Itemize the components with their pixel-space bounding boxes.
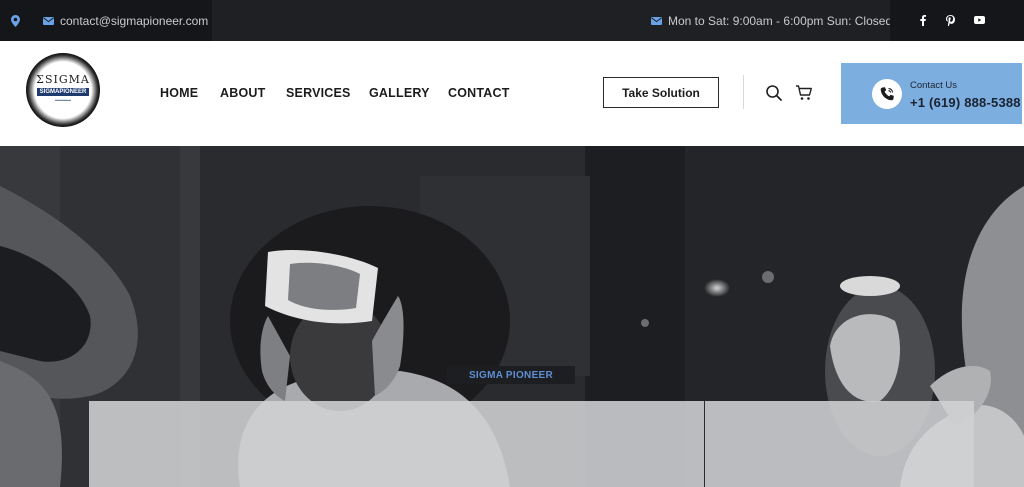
search-icon[interactable] xyxy=(765,84,783,102)
hero-card-divider xyxy=(704,401,705,487)
take-solution-button[interactable]: Take Solution xyxy=(603,77,719,108)
social-links xyxy=(890,0,1024,41)
hero-section: SIGMA PIONEER xyxy=(0,146,1024,487)
contact-us-box[interactable]: Contact Us +1 (619) 888-5388 xyxy=(841,63,1022,124)
logo-top-text: ΣSIGMA xyxy=(36,72,90,86)
nav-item-services[interactable]: SERVICES xyxy=(286,82,351,104)
opening-hours: Mon to Sat: 9:00am - 6:00pm Sun: Closed xyxy=(651,0,892,41)
pinterest-icon[interactable] xyxy=(943,13,957,27)
nav-item-about[interactable]: ABOUT xyxy=(220,82,265,104)
contact-phone-number[interactable]: +1 (619) 888-5388 xyxy=(910,95,1021,110)
contact-us-label: Contact Us xyxy=(910,80,957,91)
facebook-icon[interactable] xyxy=(916,13,930,27)
youtube-icon[interactable] xyxy=(972,13,986,27)
site-header: ΣSIGMA SIGMAPIONEER ▬▬▬▬ HOME ABOUT SERV… xyxy=(0,41,1024,146)
location-pin-icon xyxy=(11,14,20,27)
cart-icon[interactable] xyxy=(795,84,813,102)
hero-overlay-card xyxy=(89,401,974,487)
top-bar: contact@sigmapioneer.com Mon to Sat: 9:0… xyxy=(0,0,1024,41)
envelope-icon xyxy=(651,16,662,25)
phone-icon xyxy=(872,79,902,109)
nav-item-home[interactable]: HOME xyxy=(160,82,198,104)
opening-hours-text: Mon to Sat: 9:00am - 6:00pm Sun: Closed xyxy=(668,13,893,28)
nav-item-contact[interactable]: CONTACT xyxy=(448,82,510,104)
logo-tagline-mark: ▬▬▬▬ xyxy=(55,96,71,102)
logo-name: SIGMAPIONEER xyxy=(36,87,90,96)
logo-content: ΣSIGMA SIGMAPIONEER ▬▬▬▬ xyxy=(26,53,100,127)
nav-item-gallery[interactable]: GALLERY xyxy=(369,82,430,104)
site-logo[interactable]: ΣSIGMA SIGMAPIONEER ▬▬▬▬ xyxy=(26,53,100,127)
location-link[interactable] xyxy=(11,0,26,41)
email-text: contact@sigmapioneer.com xyxy=(60,13,209,28)
envelope-icon xyxy=(43,16,54,25)
header-divider xyxy=(743,75,744,109)
hero-tagline: SIGMA PIONEER xyxy=(447,366,575,384)
email-link[interactable]: contact@sigmapioneer.com xyxy=(43,0,208,41)
